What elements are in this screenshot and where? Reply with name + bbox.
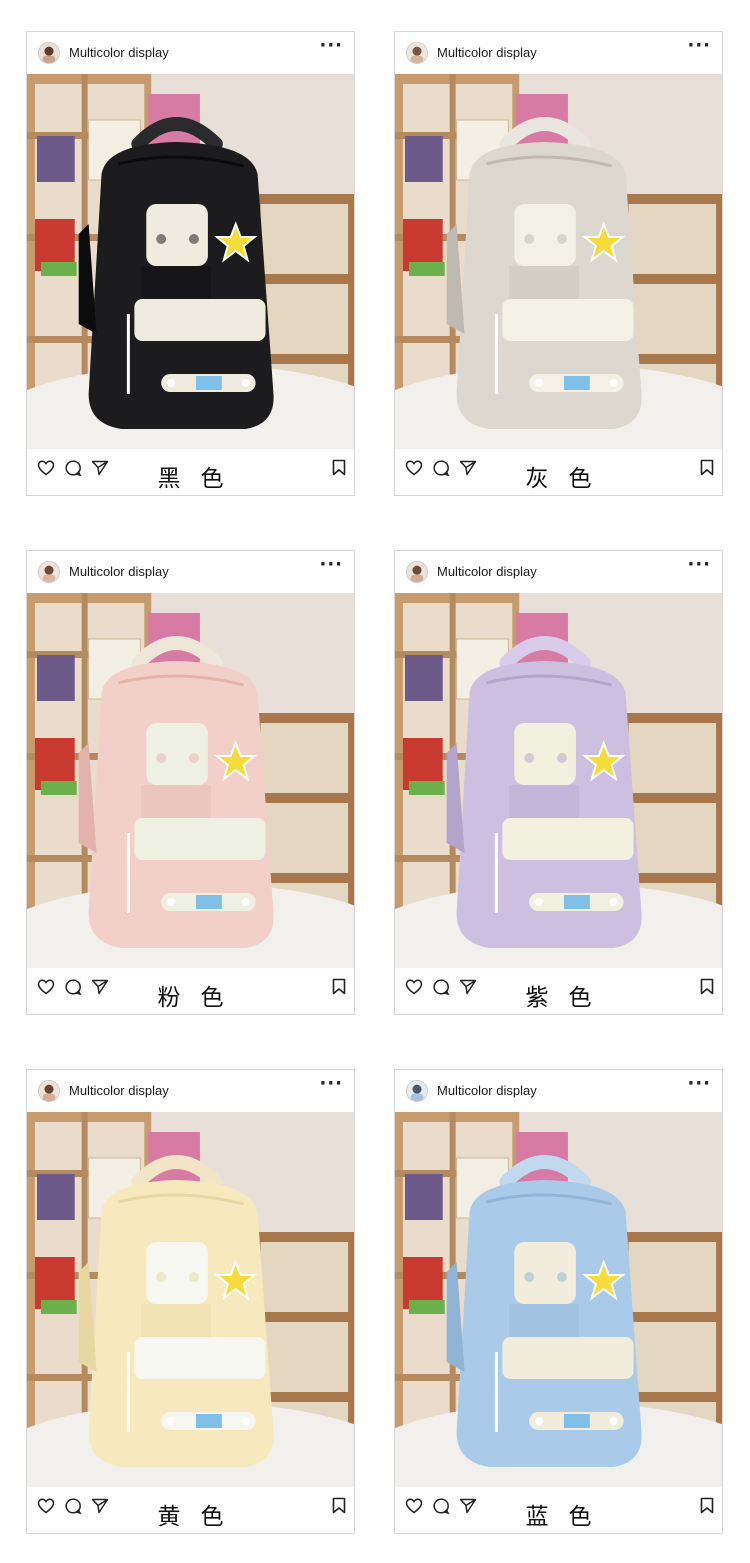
post-actions: 蓝色 [395, 1487, 722, 1533]
bookmark-icon[interactable] [332, 1497, 346, 1514]
more-options-icon[interactable]: ··· [319, 556, 343, 574]
bookmark-icon[interactable] [700, 1497, 714, 1514]
avatar[interactable] [38, 561, 60, 583]
bookmark-icon[interactable] [700, 978, 714, 995]
post-actions: 紫色 [395, 968, 722, 1014]
color-label: 黄色 [157, 1504, 244, 1530]
account-name[interactable]: Multicolor display [69, 564, 169, 579]
avatar[interactable] [406, 561, 428, 583]
comment-icon[interactable] [64, 978, 82, 996]
heart-icon[interactable] [37, 1497, 55, 1515]
post-header: Multicolor display ··· [27, 551, 354, 593]
share-icon[interactable] [459, 978, 477, 996]
product-photo [395, 593, 722, 968]
account-name[interactable]: Multicolor display [69, 1083, 169, 1098]
heart-icon[interactable] [405, 459, 423, 477]
post-header: Multicolor display ··· [395, 1070, 722, 1112]
more-options-icon[interactable]: ··· [687, 1075, 711, 1093]
share-icon[interactable] [91, 459, 109, 477]
product-photo [395, 74, 722, 449]
share-icon[interactable] [91, 978, 109, 996]
bookmark-icon[interactable] [700, 459, 714, 476]
heart-icon[interactable] [37, 459, 55, 477]
color-label: 黑色 [157, 466, 244, 492]
color-label: 灰色 [525, 466, 612, 492]
post-card-black: Multicolor display ··· 黑色 [26, 31, 355, 496]
avatar[interactable] [406, 1080, 428, 1102]
account-name[interactable]: Multicolor display [69, 45, 169, 60]
color-label: 粉色 [157, 985, 244, 1011]
share-icon[interactable] [91, 1497, 109, 1515]
more-options-icon[interactable]: ··· [319, 1075, 343, 1093]
bookmark-icon[interactable] [332, 459, 346, 476]
post-actions: 粉色 [27, 968, 354, 1014]
share-icon[interactable] [459, 459, 477, 477]
comment-icon[interactable] [64, 1497, 82, 1515]
post-actions: 黑色 [27, 449, 354, 495]
avatar[interactable] [38, 1080, 60, 1102]
post-actions: 灰色 [395, 449, 722, 495]
post-header: Multicolor display ··· [395, 32, 722, 74]
color-label: 紫色 [525, 985, 612, 1011]
account-name[interactable]: Multicolor display [437, 45, 537, 60]
post-card-gray: Multicolor display ··· 灰色 [394, 31, 723, 496]
product-photo [27, 1112, 354, 1487]
product-photo [27, 74, 354, 449]
more-options-icon[interactable]: ··· [687, 556, 711, 574]
comment-icon[interactable] [432, 1497, 450, 1515]
product-photo [27, 593, 354, 968]
post-card-blue: Multicolor display ··· 蓝色 [394, 1069, 723, 1534]
post-header: Multicolor display ··· [27, 32, 354, 74]
post-header: Multicolor display ··· [395, 551, 722, 593]
account-name[interactable]: Multicolor display [437, 1083, 537, 1098]
comment-icon[interactable] [432, 459, 450, 477]
more-options-icon[interactable]: ··· [687, 37, 711, 55]
share-icon[interactable] [459, 1497, 477, 1515]
avatar[interactable] [38, 42, 60, 64]
account-name[interactable]: Multicolor display [437, 564, 537, 579]
avatar[interactable] [406, 42, 428, 64]
heart-icon[interactable] [405, 978, 423, 996]
bookmark-icon[interactable] [332, 978, 346, 995]
product-photo [395, 1112, 722, 1487]
post-card-pink: Multicolor display ··· 粉色 [26, 550, 355, 1015]
comment-icon[interactable] [64, 459, 82, 477]
post-card-yellow: Multicolor display ··· 黄色 [26, 1069, 355, 1534]
color-label: 蓝色 [525, 1504, 612, 1530]
post-header: Multicolor display ··· [27, 1070, 354, 1112]
post-card-purple: Multicolor display ··· 紫色 [394, 550, 723, 1015]
post-actions: 黄色 [27, 1487, 354, 1533]
more-options-icon[interactable]: ··· [319, 37, 343, 55]
heart-icon[interactable] [37, 978, 55, 996]
heart-icon[interactable] [405, 1497, 423, 1515]
comment-icon[interactable] [432, 978, 450, 996]
